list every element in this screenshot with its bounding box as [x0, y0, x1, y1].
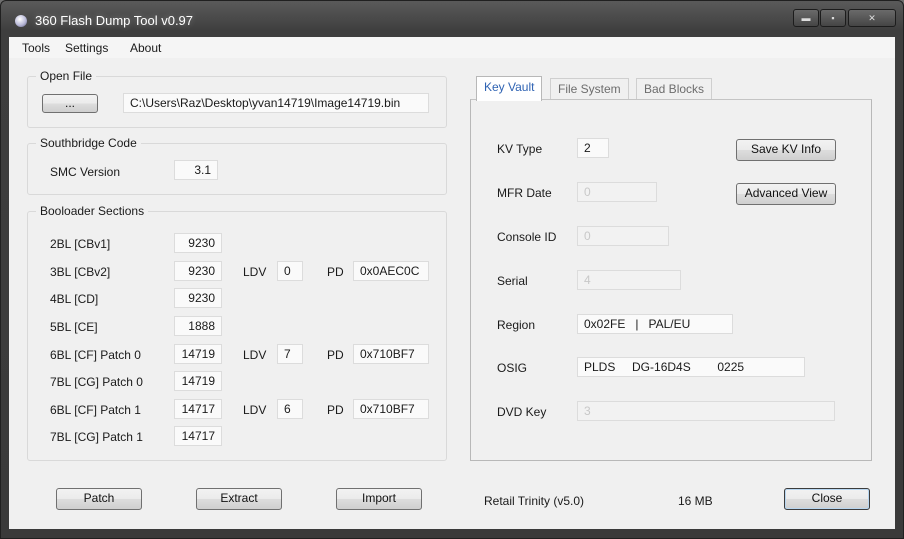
save-kv-info-button[interactable]: Save KV Info [736, 139, 836, 161]
osig-label: OSIG [497, 361, 528, 375]
southbridge-group: Southbridge Code SMC Version 3.1 [27, 136, 447, 195]
bl-row-label: 6BL [CF] Patch 1 [50, 403, 141, 417]
pd-label: PD [327, 403, 344, 417]
app-window: 360 Flash Dump Tool v0.97 ▬ ▪ ✕ Tools Se… [0, 0, 904, 539]
client-area: Tools Settings About Open File ... C:\Us… [9, 37, 895, 529]
bootloader-title: Booloader Sections [36, 204, 149, 218]
bl-row-label: 7BL [CG] Patch 1 [50, 430, 143, 444]
bl-row-version[interactable]: 14719 [174, 344, 222, 364]
open-file-group: Open File ... C:\Users\Raz\Desktop\yvan1… [27, 69, 447, 128]
kv-type-label: KV Type [497, 142, 543, 156]
dvd-key-field[interactable]: 3 [577, 401, 835, 421]
maximize-button[interactable]: ▪ [820, 9, 846, 27]
bl-row-label: 6BL [CF] Patch 0 [50, 348, 141, 362]
ldv-field[interactable]: 7 [277, 344, 303, 364]
bl-row-label: 5BL [CE] [50, 320, 98, 334]
open-file-title: Open File [36, 69, 97, 83]
bl-row-label: 7BL [CG] Patch 0 [50, 375, 143, 389]
flash-size-status: 16 MB [678, 494, 713, 508]
close-window-button[interactable]: ✕ [848, 9, 896, 27]
advanced-view-button[interactable]: Advanced View [736, 183, 836, 205]
bl-row-label: 3BL [CBv2] [50, 265, 111, 279]
pd-field[interactable]: 0x710BF7 [353, 344, 429, 364]
osig-field[interactable]: PLDS DG-16D4S 0225 [577, 357, 805, 377]
window-title: 360 Flash Dump Tool v0.97 [35, 13, 194, 28]
bl-row-version[interactable]: 9230 [174, 261, 222, 281]
bl-row-version[interactable]: 9230 [174, 288, 222, 308]
import-button[interactable]: Import [336, 488, 422, 510]
bl-row-version[interactable]: 14719 [174, 371, 222, 391]
bl-row-version[interactable]: 9230 [174, 233, 222, 253]
browse-button[interactable]: ... [42, 94, 98, 113]
menu-bar: Tools Settings About [9, 37, 895, 58]
console-type-status: Retail Trinity (v5.0) [484, 494, 585, 508]
menu-about[interactable]: About [130, 41, 161, 55]
ldv-label: LDV [243, 403, 267, 417]
tab-file-system[interactable]: File System [550, 78, 629, 100]
menu-settings[interactable]: Settings [65, 41, 108, 55]
tab-bad-blocks[interactable]: Bad Blocks [636, 78, 713, 100]
pd-field[interactable]: 0x710BF7 [353, 399, 429, 419]
ldv-label: LDV [243, 348, 267, 362]
patch-button[interactable]: Patch [56, 488, 142, 510]
mfr-date-field[interactable]: 0 [577, 182, 657, 202]
mfr-date-label: MFR Date [497, 186, 552, 200]
extract-button[interactable]: Extract [196, 488, 282, 510]
title-bar[interactable]: 360 Flash Dump Tool v0.97 ▬ ▪ ✕ [1, 1, 903, 37]
minimize-button[interactable]: ▬ [793, 9, 819, 27]
smc-version-label: SMC Version [50, 165, 121, 179]
serial-label: Serial [497, 274, 528, 288]
smc-version-field[interactable]: 3.1 [174, 160, 218, 180]
console-id-field[interactable]: 0 [577, 226, 669, 246]
region-field[interactable]: 0x02FE | PAL/EU [577, 314, 733, 334]
bl-row-version[interactable]: 14717 [174, 426, 222, 446]
close-button[interactable]: Close [784, 488, 870, 510]
ldv-field[interactable]: 6 [277, 399, 303, 419]
pd-label: PD [327, 348, 344, 362]
ldv-field[interactable]: 0 [277, 261, 303, 281]
region-label: Region [497, 318, 536, 332]
tab-key-vault[interactable]: Key Vault [476, 76, 543, 101]
pd-label: PD [327, 265, 344, 279]
file-path-field[interactable]: C:\Users\Raz\Desktop\yvan14719\Image1471… [123, 93, 429, 113]
bl-row-version[interactable]: 1888 [174, 316, 222, 336]
bootloader-group: Booloader Sections 2BL [CBv1] 9230 3BL [… [27, 204, 447, 461]
southbridge-title: Southbridge Code [36, 136, 141, 150]
bl-row-label: 2BL [CBv1] [50, 237, 111, 251]
menu-tools[interactable]: Tools [22, 41, 50, 55]
app-disc-icon [15, 15, 27, 27]
bl-row-version[interactable]: 14717 [174, 399, 222, 419]
ldv-label: LDV [243, 265, 267, 279]
console-id-label: Console ID [497, 230, 557, 244]
pd-field[interactable]: 0x0AEC0C [353, 261, 429, 281]
dvd-key-label: DVD Key [497, 405, 547, 419]
key-vault-panel: KV Type 2 MFR Date 0 Console ID 0 Serial… [470, 99, 872, 461]
serial-field[interactable]: 4 [577, 270, 681, 290]
kv-type-field[interactable]: 2 [577, 138, 609, 158]
bl-row-label: 4BL [CD] [50, 292, 99, 306]
